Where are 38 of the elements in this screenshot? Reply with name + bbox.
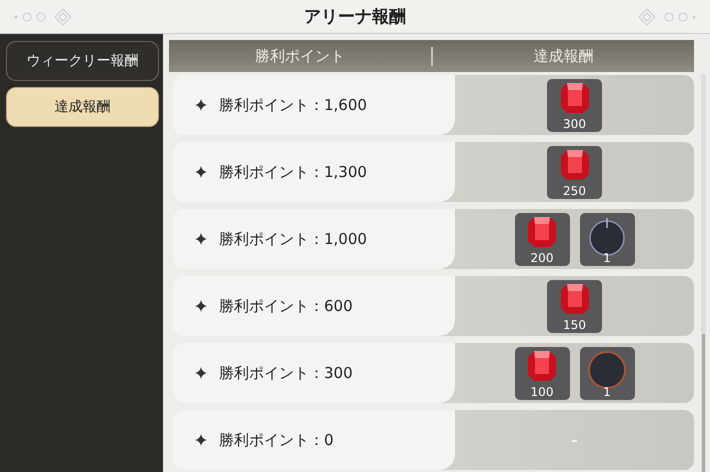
- sparkle-icon: [195, 367, 207, 379]
- gem-icon: [560, 148, 590, 180]
- condition-text: 勝利ポイント：1,300: [219, 162, 367, 182]
- item-count: 200: [530, 250, 554, 264]
- gem-icon: [527, 216, 557, 248]
- condition-text: 勝利ポイント：0: [219, 430, 334, 450]
- item-count: 1: [603, 250, 611, 264]
- gem-icon: [560, 282, 590, 314]
- condition-text: 勝利ポイント：600: [219, 296, 353, 316]
- sparkle-icon: [195, 434, 207, 446]
- reward-item[interactable]: 1: [580, 212, 634, 266]
- item-count: 300: [563, 116, 586, 130]
- sparkle-icon: [195, 233, 207, 245]
- sidebar-tab[interactable]: 達成報酬: [6, 87, 159, 127]
- item-count: 150: [563, 318, 586, 332]
- window-title: アリーナ報酬: [304, 6, 406, 28]
- reward-item[interactable]: 250: [547, 146, 602, 198]
- reward-item[interactable]: 100: [514, 346, 570, 400]
- sparkle-icon: [195, 300, 207, 312]
- gem-icon: [527, 350, 557, 382]
- column-header: 勝利ポイント: [169, 46, 432, 66]
- sparkle-icon: [195, 99, 207, 111]
- item-count: 100: [530, 384, 554, 398]
- item-count: 1: [603, 384, 611, 398]
- item-count: 250: [563, 184, 586, 198]
- condition-text: 勝利ポイント：1,000: [219, 230, 367, 248]
- sparkle-icon: [195, 166, 207, 178]
- reward-item[interactable]: 1: [580, 346, 634, 400]
- condition-text: 勝利ポイント：1,600: [219, 96, 367, 114]
- scrollbar[interactable]: [701, 74, 706, 472]
- condition-text: 勝利ポイント：300: [219, 364, 353, 382]
- column-header: 達成報酬: [532, 46, 594, 66]
- sidebar-tab[interactable]: ウィークリー報酬: [6, 41, 159, 81]
- reward-item[interactable]: 200: [514, 212, 570, 266]
- reward-item[interactable]: 150: [547, 280, 602, 332]
- empty-mark: -: [571, 430, 578, 450]
- reward-item[interactable]: 300: [547, 78, 602, 132]
- gem-icon: [560, 82, 590, 114]
